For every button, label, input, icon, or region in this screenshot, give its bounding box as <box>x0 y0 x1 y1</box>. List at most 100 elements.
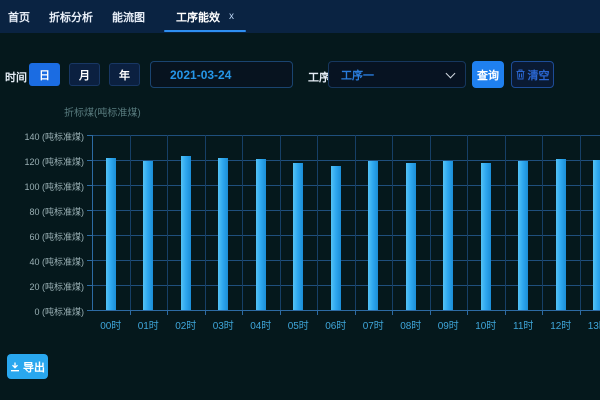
clear-button[interactable]: 清空 <box>511 61 554 88</box>
x-tick <box>505 311 506 315</box>
bar-01时 <box>143 161 153 310</box>
gridline-v <box>280 135 281 310</box>
gridline-v <box>580 135 581 310</box>
x-axis-label: 07时 <box>353 317 393 332</box>
x-tick <box>205 311 206 315</box>
close-icon[interactable]: x <box>229 11 234 22</box>
x-axis-label: 02时 <box>166 317 206 332</box>
tab-3[interactable]: 工序能效x <box>164 0 246 33</box>
x-tick <box>130 311 131 315</box>
x-axis-label: 11时 <box>503 317 543 332</box>
download-icon <box>10 362 20 372</box>
tab-label: 能流图 <box>112 9 145 25</box>
gridline-v <box>430 135 431 310</box>
y-tick <box>87 260 92 261</box>
process-filter-label: 工序 <box>308 69 330 85</box>
x-tick <box>430 311 431 315</box>
x-axis-label: 12时 <box>541 317 581 332</box>
gridline-v <box>505 135 506 310</box>
time-filter-label: 时间 <box>5 69 27 85</box>
y-axis-label: 80 (吨标准煤) <box>0 205 84 218</box>
gridline-v <box>467 135 468 310</box>
tab-list: 首页 折标分析 能流图 工序能效x <box>8 0 246 33</box>
gridline-v <box>355 135 356 310</box>
y-tick <box>87 310 92 311</box>
bar-09时 <box>443 161 453 310</box>
y-tick <box>87 135 92 136</box>
bar-11时 <box>518 161 528 310</box>
y-tick <box>87 285 92 286</box>
x-axis-label: 06时 <box>316 317 356 332</box>
tab-0[interactable]: 首页 <box>8 0 30 33</box>
x-tick <box>392 311 393 315</box>
export-button[interactable]: 导出 <box>7 354 48 379</box>
bar-07时 <box>368 161 378 310</box>
gridline-v <box>317 135 318 310</box>
process-select-value: 工序一 <box>341 67 374 83</box>
trash-icon <box>516 69 525 80</box>
x-tick <box>317 311 318 315</box>
bar-chart: 0 (吨标准煤)20 (吨标准煤)40 (吨标准煤)60 (吨标准煤)80 (吨… <box>0 0 600 400</box>
y-axis-label: 60 (吨标准煤) <box>0 230 84 243</box>
y-axis-label: 120 (吨标准煤) <box>0 155 84 168</box>
bar-02时 <box>181 156 191 310</box>
x-tick <box>167 311 168 315</box>
y-axis-title: 折标煤(吨标准煤) <box>64 104 141 119</box>
bar-13时 <box>593 160 600 310</box>
x-axis-label: 01时 <box>128 317 168 332</box>
granularity-switch: 日月年 <box>29 63 140 86</box>
x-axis-label: 13时 <box>578 317 600 332</box>
tab-label: 折标分析 <box>49 9 93 25</box>
y-tick <box>87 235 92 236</box>
y-tick <box>87 160 92 161</box>
gridline-h <box>92 185 600 186</box>
x-tick <box>355 311 356 315</box>
export-button-label: 导出 <box>23 359 45 375</box>
y-tick <box>87 210 92 211</box>
granularity-button-1[interactable]: 月 <box>69 63 100 86</box>
gridline-v <box>167 135 168 310</box>
x-tick <box>542 311 543 315</box>
process-select[interactable]: 工序一 <box>328 61 466 88</box>
tab-2[interactable]: 能流图 <box>112 0 145 33</box>
x-axis-label: 04时 <box>241 317 281 332</box>
bar-03时 <box>218 158 228 311</box>
y-axis-label: 0 (吨标准煤) <box>0 305 84 318</box>
x-axis-label: 03时 <box>203 317 243 332</box>
tab-label: 首页 <box>8 9 30 25</box>
query-button[interactable]: 查询 <box>472 61 504 88</box>
bar-04时 <box>256 159 266 310</box>
app-window: 首页折标分析能流图工序能效x 时间 日月年 2021-03-24 工序 工序一 … <box>0 0 600 400</box>
x-axis-label: 09时 <box>428 317 468 332</box>
granularity-button-2[interactable]: 年 <box>109 63 140 86</box>
tab-1[interactable]: 折标分析 <box>49 0 93 33</box>
bar-08时 <box>406 163 416 311</box>
date-input[interactable]: 2021-03-24 <box>150 61 293 88</box>
gridline-v <box>242 135 243 310</box>
bar-00时 <box>106 158 116 311</box>
clear-button-label: 清空 <box>528 67 550 83</box>
y-axis-label: 100 (吨标准煤) <box>0 180 84 193</box>
x-axis-line <box>92 310 600 311</box>
y-axis-label: 140 (吨标准煤) <box>0 130 84 143</box>
gridline-h <box>92 210 600 211</box>
gridline-v <box>130 135 131 310</box>
bar-12时 <box>556 159 566 310</box>
gridline-h <box>92 135 600 136</box>
granularity-button-0[interactable]: 日 <box>29 63 60 86</box>
x-tick <box>280 311 281 315</box>
date-value: 2021-03-24 <box>170 68 231 82</box>
gridline-h <box>92 285 600 286</box>
gridline-h <box>92 235 600 236</box>
chevron-down-icon <box>446 68 456 78</box>
x-tick <box>467 311 468 315</box>
bar-06时 <box>331 166 341 310</box>
x-axis-label: 10时 <box>466 317 506 332</box>
y-tick <box>87 185 92 186</box>
bar-10时 <box>481 163 491 311</box>
x-axis-label: 00时 <box>91 317 131 332</box>
gridline-v <box>392 135 393 310</box>
x-tick <box>580 311 581 315</box>
y-axis-line <box>92 135 93 311</box>
gridline-h <box>92 160 600 161</box>
